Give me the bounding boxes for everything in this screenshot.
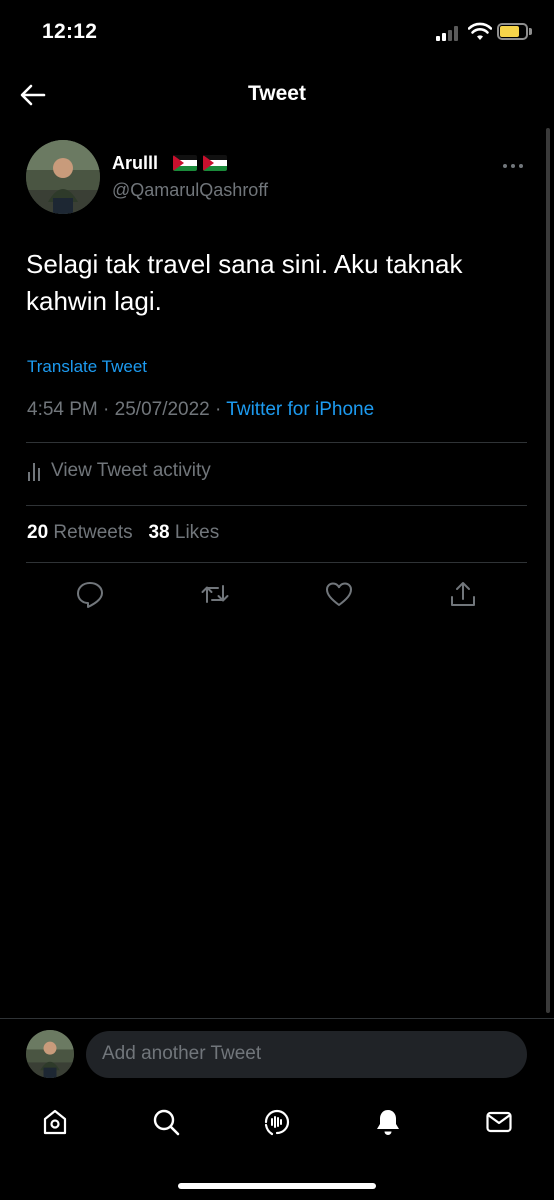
share-button[interactable] (447, 578, 479, 610)
author-handle[interactable]: @QamarulQashroff (112, 180, 268, 201)
status-time: 12:12 (42, 20, 98, 43)
divider (0, 1018, 554, 1019)
retweets-stat[interactable]: 20 Retweets (27, 522, 133, 543)
tweet-stats: 20 Retweets 38 Likes (27, 522, 219, 544)
nav-notifications[interactable] (366, 1100, 410, 1144)
translate-tweet-link[interactable]: Translate Tweet (27, 357, 147, 377)
cellular-signal-icon (436, 25, 462, 41)
home-indicator[interactable] (178, 1183, 376, 1189)
likes-count: 38 (148, 522, 170, 543)
retweet-button[interactable] (199, 578, 231, 610)
avatar-image (26, 1030, 74, 1078)
status-bar: 12:12 (0, 0, 554, 62)
divider (26, 505, 527, 506)
reply-icon (77, 582, 103, 608)
meta-separator: · (209, 399, 227, 420)
retweets-count: 20 (27, 522, 49, 543)
author-name[interactable]: Arulll (112, 153, 158, 174)
more-options-button[interactable] (502, 152, 524, 175)
likes-stat[interactable]: 38 Likes (148, 522, 219, 543)
spaces-icon (264, 1109, 290, 1136)
divider (26, 442, 527, 443)
palestine-flag-icon (173, 155, 197, 171)
tweet-time: 4:54 PM (27, 399, 98, 420)
nav-messages[interactable] (477, 1100, 521, 1144)
analytics-icon (27, 461, 43, 481)
tweet-text: Selagi tak travel sana sini. Aku taknak … (26, 249, 463, 316)
add-tweet-input[interactable]: Add another Tweet (86, 1031, 527, 1078)
tweet-date: 25/07/2022 (114, 399, 210, 420)
divider (26, 562, 527, 563)
wifi-icon (468, 22, 492, 40)
more-icon (503, 164, 523, 168)
activity-label: View Tweet activity (51, 460, 211, 481)
top-bar: Tweet (0, 62, 554, 126)
meta-separator: · (97, 399, 115, 420)
tweet-source-link[interactable]: Twitter for iPhone (226, 399, 374, 420)
messages-icon (486, 1111, 512, 1133)
palestine-flag-icon (203, 155, 227, 171)
nav-search[interactable] (144, 1100, 188, 1144)
likes-label: Likes (174, 522, 220, 543)
page-title: Tweet (248, 82, 306, 105)
nav-spaces[interactable] (255, 1100, 299, 1144)
battery-tip (529, 28, 532, 35)
author-avatar[interactable] (26, 140, 100, 214)
user-avatar[interactable] (26, 1030, 74, 1078)
retweets-label: Retweets (53, 522, 133, 543)
nav-home[interactable] (33, 1100, 77, 1144)
reply-button[interactable] (74, 578, 106, 610)
avatar-image (26, 140, 100, 214)
tweet-meta: 4:54 PM · 25/07/2022 · Twitter for iPhon… (27, 399, 374, 421)
scrollbar[interactable] (546, 128, 550, 1013)
search-icon (153, 1109, 180, 1136)
like-button[interactable] (323, 578, 355, 610)
author-flags (173, 155, 227, 171)
share-icon (451, 582, 475, 606)
retweet-icon (201, 585, 229, 603)
notifications-icon (377, 1110, 399, 1135)
home-icon (43, 1109, 67, 1135)
like-icon (326, 582, 352, 606)
battery-icon (497, 23, 528, 40)
view-tweet-activity-button[interactable]: View Tweet activity (27, 460, 211, 482)
